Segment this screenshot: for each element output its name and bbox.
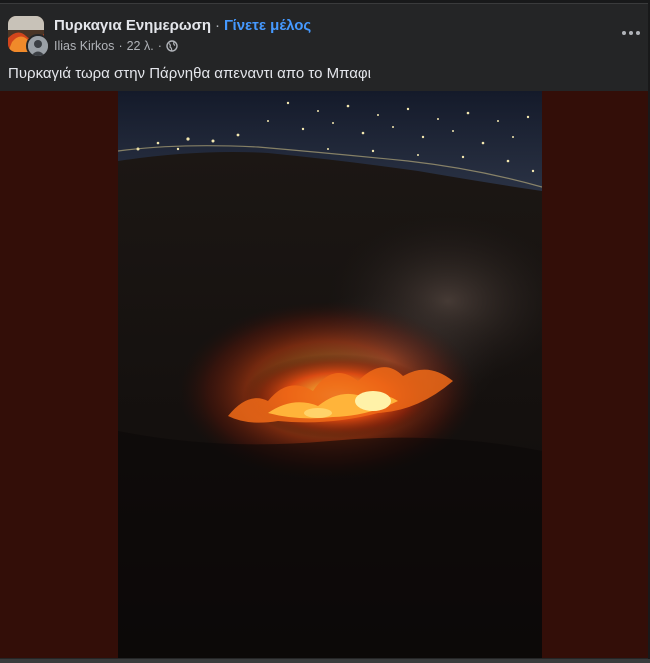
post-meta: Ilias Kirkos · 22 λ. · [54,39,178,53]
meta-separator: · [118,39,123,53]
post-timestamp[interactable]: 22 λ. [127,39,154,53]
join-group-link[interactable]: Γίνετε μέλος [224,17,311,34]
post-title-line: Πυρκαγια Ενημερωση · Γίνετε μέλος [54,17,311,34]
post-media[interactable] [0,91,648,658]
feed-post: Πυρκαγια Ενημερωση · Γίνετε μέλος Ilias Ki… [0,3,648,663]
more-options-icon[interactable] [620,22,642,44]
wildfire-photo[interactable] [118,91,542,658]
author-name-link[interactable]: Ilias Kirkos [54,39,114,53]
title-separator: · [215,17,221,34]
post-header: Πυρκαγια Ενημερωση · Γίνετε μέλος Ilias Ki… [0,4,648,58]
globe-icon[interactable] [166,40,178,52]
group-name-link[interactable]: Πυρκαγια Ενημερωση [54,17,211,34]
meta-separator: · [157,39,162,53]
post-caption: Πυρκαγιά τωρα στην Πάρνηθα απεναντι απο … [8,65,371,82]
author-avatar[interactable] [26,34,50,58]
feed-bottom-edge [0,659,650,663]
